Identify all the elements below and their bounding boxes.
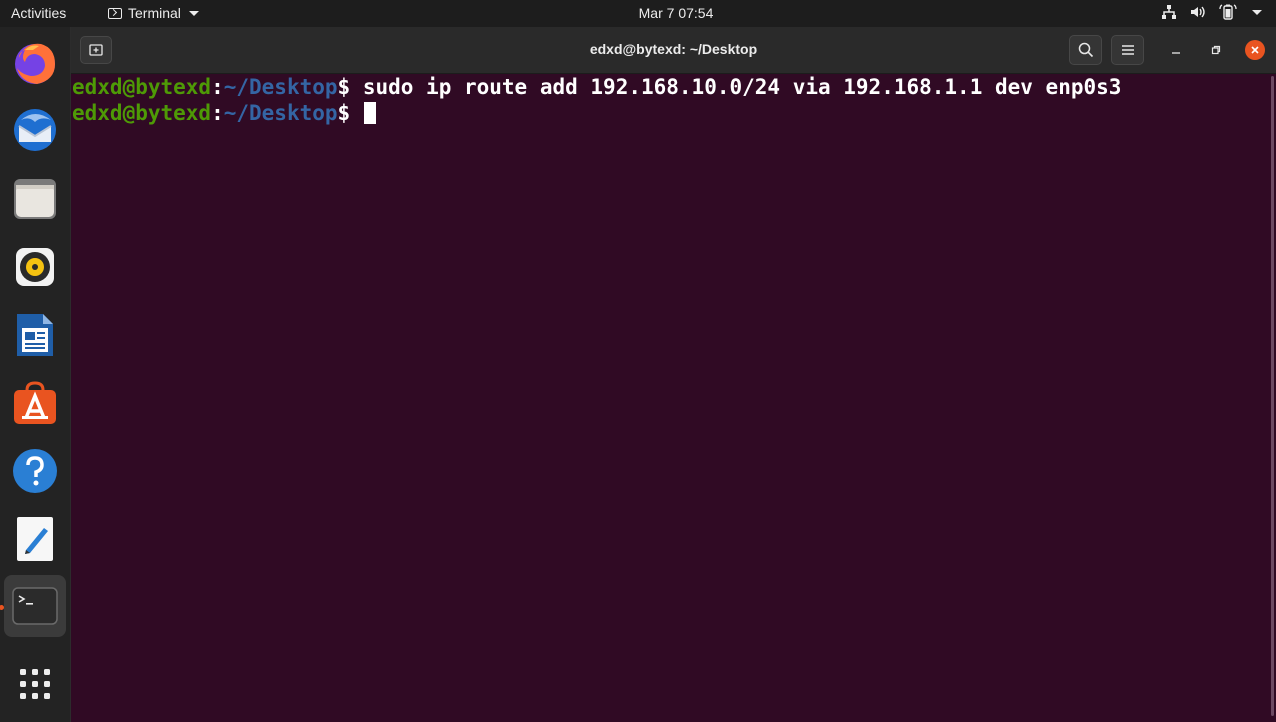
rhythmbox-icon: [16, 248, 54, 286]
window-title: edxd@bytexd: ~/Desktop: [589, 41, 758, 57]
terminal-small-icon: [108, 7, 122, 19]
hamburger-menu-icon: [1121, 45, 1134, 55]
title-bar[interactable]: edxd@bytexd: ~/Desktop: [71, 27, 1276, 74]
dock-item-software[interactable]: [8, 376, 62, 430]
search-icon: [1078, 42, 1093, 58]
volume-icon: [1191, 6, 1205, 18]
terminal-window: edxd@bytexd: ~/Desktop edxd@bytexd:~/Des…: [71, 27, 1276, 722]
system-menu-chevron-icon: [1252, 9, 1262, 15]
help-icon: [13, 449, 57, 493]
app-menu[interactable]: Terminal: [108, 5, 199, 21]
prompt-colon: :: [211, 101, 224, 125]
scrollbar-thumb[interactable]: [1271, 76, 1274, 716]
terminal-icon: [12, 587, 58, 625]
close-icon: [1251, 46, 1259, 54]
prompt-colon: :: [211, 75, 224, 99]
dock: [0, 27, 70, 722]
firefox-icon: [15, 43, 55, 84]
restore-icon: [1211, 45, 1221, 55]
system-status-area[interactable]: [1161, 4, 1262, 20]
scrollbar[interactable]: [1268, 74, 1276, 722]
dock-item-terminal[interactable]: [0, 575, 66, 637]
new-tab-button[interactable]: [80, 36, 112, 64]
command-text: sudo ip route add 192.168.10.0/24 via 19…: [350, 75, 1122, 99]
top-bar: Activities Terminal Mar 7 07:54: [0, 0, 1276, 27]
files-icon: [14, 179, 56, 219]
app-menu-label: Terminal: [128, 5, 181, 21]
thunderbird-icon: [14, 109, 56, 151]
ubuntu-software-icon: [14, 381, 56, 424]
prompt-path: ~/Desktop: [223, 75, 338, 99]
terminal-output[interactable]: edxd@bytexd:~/Desktop$ sudo ip route add…: [71, 74, 1267, 722]
new-tab-icon: [89, 44, 103, 56]
terminal-line: edxd@bytexd:~/Desktop$ sudo ip route add…: [72, 74, 1267, 100]
terminal-line: edxd@bytexd:~/Desktop$: [72, 100, 1267, 126]
dock-item-rhythmbox[interactable]: [8, 240, 62, 294]
activities-button[interactable]: Activities: [11, 5, 66, 21]
chevron-down-icon: [188, 10, 199, 16]
minimize-button[interactable]: [1165, 39, 1187, 61]
prompt-path: ~/Desktop: [223, 101, 338, 125]
minimize-icon: [1172, 52, 1180, 54]
dock-item-thunderbird[interactable]: [8, 103, 62, 157]
running-indicator: [0, 605, 4, 610]
clock[interactable]: Mar 7 07:54: [639, 5, 714, 21]
prompt-dollar: $: [337, 75, 351, 99]
prompt-user-host: edxd@bytexd: [72, 75, 212, 99]
prompt-dollar: $: [337, 101, 351, 125]
text-editor-icon: [17, 517, 53, 561]
network-icon: [1162, 5, 1176, 19]
menu-button[interactable]: [1111, 35, 1144, 65]
dock-item-files[interactable]: [8, 172, 62, 226]
dock-item-writer[interactable]: [8, 308, 62, 362]
maximize-button[interactable]: [1205, 39, 1227, 61]
prompt-user-host: edxd@bytexd: [72, 101, 212, 125]
dock-item-firefox[interactable]: [8, 35, 62, 89]
text-cursor: [363, 102, 376, 124]
close-button[interactable]: [1245, 40, 1265, 60]
dock-item-show-applications[interactable]: [8, 657, 62, 711]
libreoffice-writer-icon: [17, 314, 53, 356]
dock-item-help[interactable]: [8, 444, 62, 498]
dock-item-text-editor[interactable]: [8, 512, 62, 566]
battery-icon: [1219, 4, 1237, 20]
show-applications-icon: [20, 669, 50, 699]
command-text: [350, 101, 363, 125]
search-button[interactable]: [1069, 35, 1102, 65]
